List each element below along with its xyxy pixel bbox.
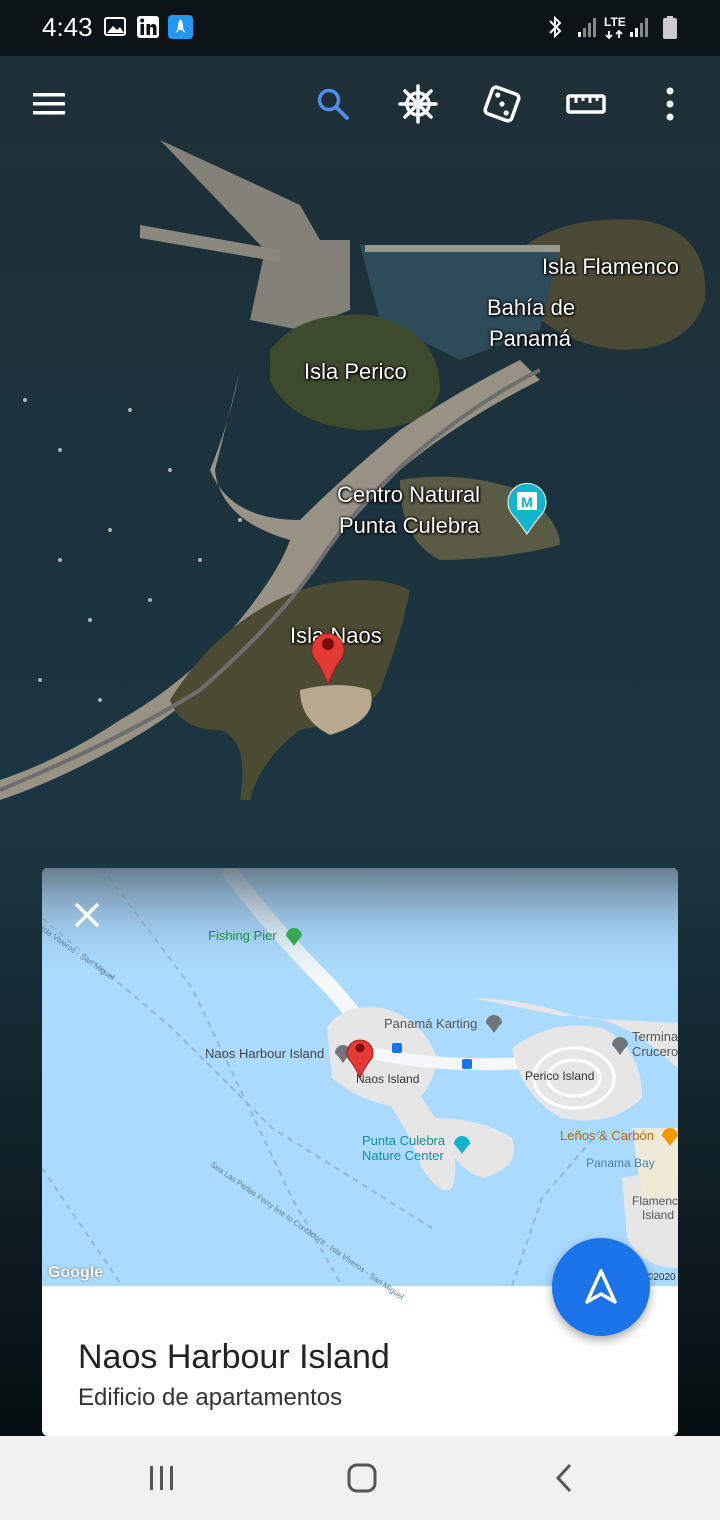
minimap-label-naos-island: Naos Island (356, 1072, 420, 1086)
voyager-button[interactable] (390, 78, 446, 130)
battery-icon (663, 16, 677, 39)
ship-wheel-icon (398, 84, 438, 124)
recents-icon (150, 1466, 173, 1490)
minimap-label-culebra-line2: Nature Center (362, 1148, 444, 1163)
label-isla-perico[interactable]: Isla Perico (304, 357, 407, 387)
minimap-copyright: ©2020 (646, 1272, 676, 1283)
home-button[interactable] (332, 1456, 392, 1500)
system-nav-bar (0, 1436, 720, 1520)
minimap-label-flamenco-line1: Flamenc (632, 1194, 678, 1208)
place-card[interactable]: Fishing Pier Panamá Karting Naos Harbour… (42, 868, 678, 1436)
gallery-icon (104, 17, 126, 36)
place-subtitle: Edificio de apartamentos (78, 1384, 343, 1411)
label-bahia-line1[interactable]: Bahía de (487, 293, 575, 323)
dice-icon (483, 85, 521, 123)
minimap-label-flamenco-line2: Island (642, 1208, 675, 1222)
minimap-label-terminal-line1: Termina (632, 1029, 678, 1044)
status-bar: 4:43 LTE (0, 0, 720, 56)
navigate-button[interactable] (552, 1238, 650, 1336)
more-button[interactable] (642, 78, 698, 130)
label-centro-line2[interactable]: Punta Culebra (339, 511, 480, 541)
signal-icon (578, 18, 596, 37)
google-logo: Google (48, 1264, 104, 1281)
signal-2-icon (630, 18, 648, 37)
search-icon (317, 88, 349, 120)
search-button[interactable] (305, 78, 361, 130)
navigation-arrow-icon (585, 1269, 617, 1304)
linkedin-icon (137, 16, 159, 38)
location-pin-icon[interactable] (310, 626, 346, 686)
minimap-label-naos-harbour: Naos Harbour Island (205, 1046, 325, 1061)
measure-button[interactable] (558, 78, 614, 130)
back-icon (555, 1463, 572, 1493)
rocket-app-icon (168, 15, 193, 39)
home-icon (347, 1463, 377, 1493)
svg-text:M: M (521, 494, 533, 510)
minimap-label-terminal-line2: Crucero (632, 1044, 678, 1059)
label-bahia-line2[interactable]: Panamá (489, 324, 571, 354)
minimap-label-fishing-pier: Fishing Pier (208, 928, 277, 943)
hamburger-menu-icon (33, 93, 65, 115)
data-arrows-icon (605, 29, 623, 40)
minimap-label-perico-island: Perico Island (525, 1069, 595, 1083)
place-title: Naos Harbour Island (78, 1338, 390, 1376)
minimap-label-panama-bay: Panama Bay (586, 1156, 655, 1170)
status-time: 4:43 (42, 12, 93, 42)
ruler-icon (566, 94, 606, 114)
label-centro-line1[interactable]: Centro Natural (337, 480, 480, 510)
close-button[interactable] (70, 898, 104, 932)
minimap-label-culebra-line1: Punta Culebra (362, 1133, 446, 1148)
back-button[interactable] (534, 1456, 594, 1500)
minimap-label-lenos: Leños & Carbón (560, 1128, 654, 1143)
menu-button[interactable] (21, 78, 77, 130)
recents-button[interactable] (132, 1456, 192, 1500)
minimap-label-panama-karting: Panamá Karting (384, 1016, 478, 1031)
more-vert-icon (666, 87, 674, 121)
bluetooth-icon (549, 15, 562, 39)
close-icon (74, 902, 100, 928)
label-isla-flamenco[interactable]: Isla Flamenco (542, 252, 679, 282)
museum-pin-icon[interactable]: M (506, 482, 548, 536)
feeling-lucky-button[interactable] (474, 78, 530, 130)
